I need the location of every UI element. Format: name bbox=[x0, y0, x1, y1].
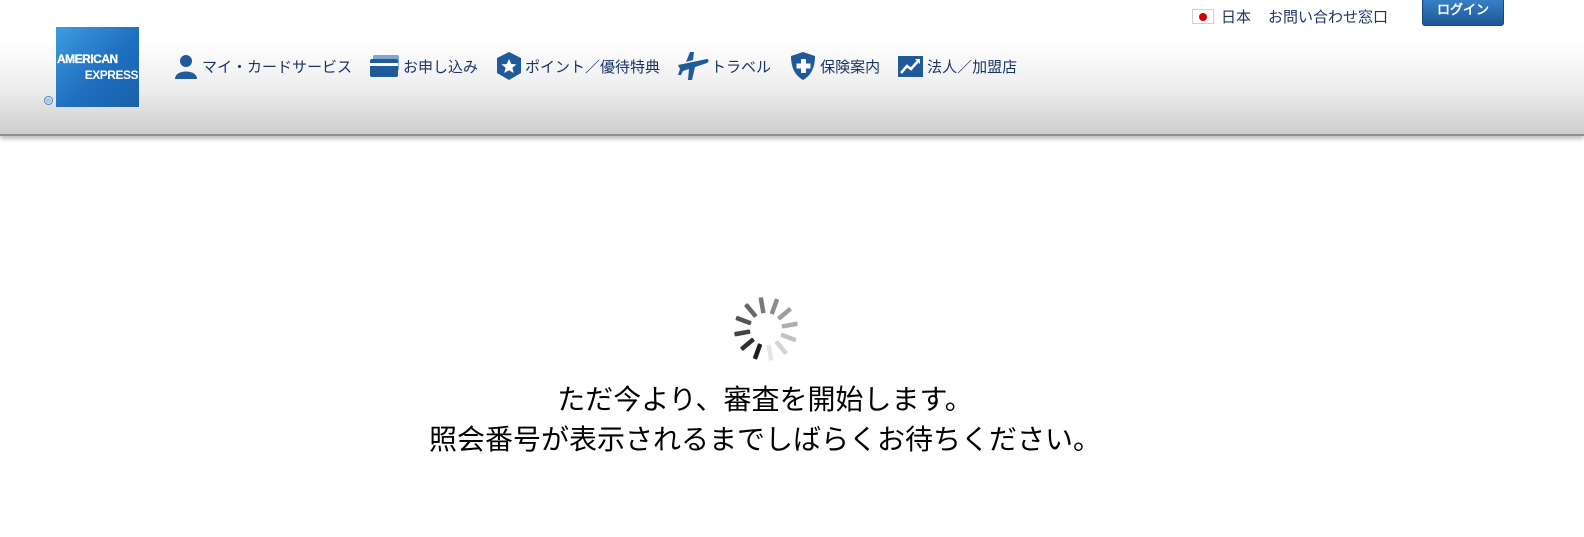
nav-label: 法人／加盟店 bbox=[927, 57, 1018, 76]
nav-item-apply[interactable]: お申し込み bbox=[369, 50, 478, 82]
logo-text-line2: EXPRESS bbox=[84, 68, 139, 82]
loading-spinner-icon bbox=[731, 294, 801, 364]
region-link[interactable]: 日本 bbox=[1221, 6, 1251, 27]
airplane-icon bbox=[677, 51, 709, 81]
nav-label: トラベル bbox=[711, 57, 772, 76]
spinner-spoke bbox=[769, 298, 780, 315]
nav-label: ポイント／優待特典 bbox=[525, 57, 661, 76]
spinner-spoke bbox=[744, 303, 758, 318]
message-line-1: ただ今より、審査を開始します。 bbox=[557, 383, 973, 416]
nav-label: 保険案内 bbox=[820, 57, 881, 76]
nav-item-my-card-service[interactable]: マイ・カードサービス bbox=[172, 50, 352, 82]
spinner-spoke bbox=[740, 337, 755, 351]
spinner-spoke bbox=[758, 297, 766, 314]
nav-item-corporate-merchants[interactable]: 法人／加盟店 bbox=[897, 50, 1017, 82]
login-button[interactable]: ログイン bbox=[1422, 0, 1504, 26]
spinner-spoke bbox=[777, 307, 792, 321]
nav-label: お申し込み bbox=[403, 57, 479, 76]
message-line-2: 照会番号が表示されるまでしばらくお待ちください。 bbox=[428, 423, 1101, 456]
nav-item-points-benefits[interactable]: ポイント／優待特典 bbox=[495, 50, 660, 82]
star-shield-icon bbox=[495, 51, 523, 81]
chart-trend-icon bbox=[897, 53, 925, 79]
shield-plus-icon bbox=[788, 51, 818, 81]
japan-flag-icon bbox=[1192, 9, 1214, 24]
spinner-spoke bbox=[781, 321, 798, 329]
spinner-spoke bbox=[752, 343, 763, 360]
spinner-spoke bbox=[780, 332, 797, 343]
nav-label: マイ・カードサービス bbox=[202, 57, 353, 76]
loading-message: ただ今より、審査を開始します。 照会番号が表示されるまでしばらくお待ちください。 bbox=[0, 380, 1530, 460]
nav-item-insurance[interactable]: 保険案内 bbox=[788, 50, 880, 82]
spinner-spoke bbox=[734, 329, 751, 337]
site-header: AMERICAN EXPRESS ® マイ・カードサービス お申し込み ポイント… bbox=[0, 0, 1584, 136]
utility-bar: 日本 お問い合わせ窓口 bbox=[1192, 6, 1405, 27]
logo-text-line1: AMERICAN bbox=[57, 52, 118, 66]
spinner-spoke bbox=[735, 315, 752, 326]
main-nav: マイ・カードサービス お申し込み ポイント／優待特典 トラベル 保険案内 法人／… bbox=[172, 50, 1034, 82]
registered-mark-icon: ® bbox=[44, 96, 53, 105]
spinner-spoke bbox=[774, 340, 788, 355]
person-icon bbox=[172, 53, 200, 79]
contact-link[interactable]: お問い合わせ窓口 bbox=[1268, 6, 1388, 27]
spinner-spoke bbox=[766, 344, 774, 361]
nav-item-travel[interactable]: トラベル bbox=[677, 50, 771, 82]
card-icon bbox=[369, 53, 401, 79]
amex-logo[interactable]: AMERICAN EXPRESS bbox=[56, 27, 139, 107]
